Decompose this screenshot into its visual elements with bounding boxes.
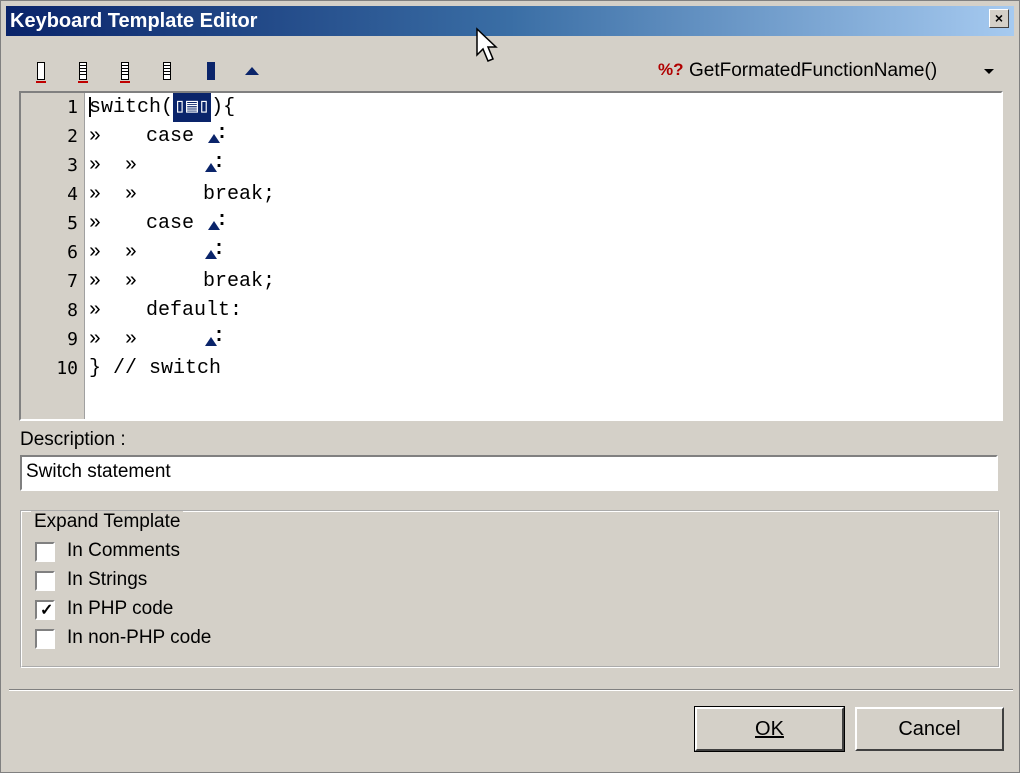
line-number: 10 [56, 358, 78, 379]
checkbox-label: In PHP code [67, 598, 174, 619]
clipboard-icon [77, 62, 89, 83]
line-number: 6 [67, 242, 78, 263]
cursor-marker-icon: : [206, 122, 228, 145]
description-input[interactable]: Switch statement [20, 455, 998, 491]
line-number: 5 [67, 213, 78, 234]
clipboard-icon [161, 62, 173, 80]
checkbox[interactable] [35, 571, 55, 591]
line-number: 4 [67, 184, 78, 205]
checkbox[interactable]: ✓ [35, 600, 55, 620]
code-line: » » break; [89, 270, 276, 293]
code-line: » default: [89, 299, 243, 322]
macro-icon: %? [658, 60, 684, 79]
insert-field-button[interactable] [27, 59, 55, 83]
insert-selection-button[interactable] [197, 59, 225, 83]
chevron-down-icon[interactable] [984, 69, 994, 74]
close-button[interactable]: × [989, 9, 1009, 28]
ok-button[interactable]: OK [694, 706, 845, 752]
cursor-position-button[interactable] [238, 59, 266, 83]
checkmark-icon: ✓ [40, 602, 54, 619]
code-line: } // switch [89, 357, 222, 380]
code-line: » » break; [89, 183, 276, 206]
cancel-button[interactable]: Cancel [855, 707, 1004, 751]
mouse-pointer-icon [476, 27, 498, 62]
code-line: » »: [89, 150, 226, 177]
separator [9, 689, 1013, 691]
checkbox-label: In Strings [67, 569, 148, 590]
code-line: » »: [89, 237, 226, 264]
line-number: 9 [67, 329, 78, 350]
line-number: 8 [67, 300, 78, 321]
insert-selection-icon [205, 62, 217, 80]
checkbox-label: In Comments [67, 540, 180, 561]
clipboard-icon [119, 62, 131, 83]
cursor-marker-icon: : [203, 238, 225, 261]
cursor-marker-icon: : [203, 325, 225, 348]
code-line: » »: [89, 324, 226, 351]
line-number: 3 [67, 155, 78, 176]
insert-clipboard-button-2[interactable] [111, 59, 139, 83]
checkbox[interactable] [35, 542, 55, 562]
title-bar[interactable]: Keyboard Template Editor [6, 6, 1014, 36]
code-line: » case : [89, 208, 229, 235]
line-number: 2 [67, 126, 78, 147]
line-number-gutter: 1 2 3 4 5 6 7 8 9 10 [21, 93, 85, 419]
cursor-marker-icon: : [206, 209, 228, 232]
function-select[interactable]: %? GetFormatedFunctionName() [656, 57, 1001, 85]
expand-template-legend: Expand Template [31, 511, 184, 533]
toolbar: %? GetFormatedFunctionName() [19, 53, 1001, 89]
line-number: 7 [67, 271, 78, 292]
template-code-editor[interactable]: 1 2 3 4 5 6 7 8 9 10 switch(▯▤▯){ » case … [19, 91, 1003, 421]
description-label: Description : [20, 429, 126, 450]
checkbox[interactable] [35, 629, 55, 649]
function-select-value: GetFormatedFunctionName() [689, 60, 938, 81]
selection-placeholder: ▯▤▯ [173, 93, 212, 122]
line-number: 1 [67, 97, 78, 118]
code-line: » case : [89, 121, 229, 148]
window-title: Keyboard Template Editor [10, 10, 258, 32]
checkbox-label: In non-PHP code [67, 627, 212, 648]
cursor-position-icon [245, 67, 259, 75]
insert-field-icon [35, 62, 47, 83]
cursor-marker-icon: : [203, 151, 225, 174]
insert-clipboard-button-1[interactable] [69, 59, 97, 83]
template-editor-dialog: Keyboard Template Editor × %? GetFormate… [0, 0, 1020, 773]
insert-clipboard-button-3[interactable] [153, 59, 181, 83]
code-line: switch(▯▤▯){ [89, 93, 235, 122]
